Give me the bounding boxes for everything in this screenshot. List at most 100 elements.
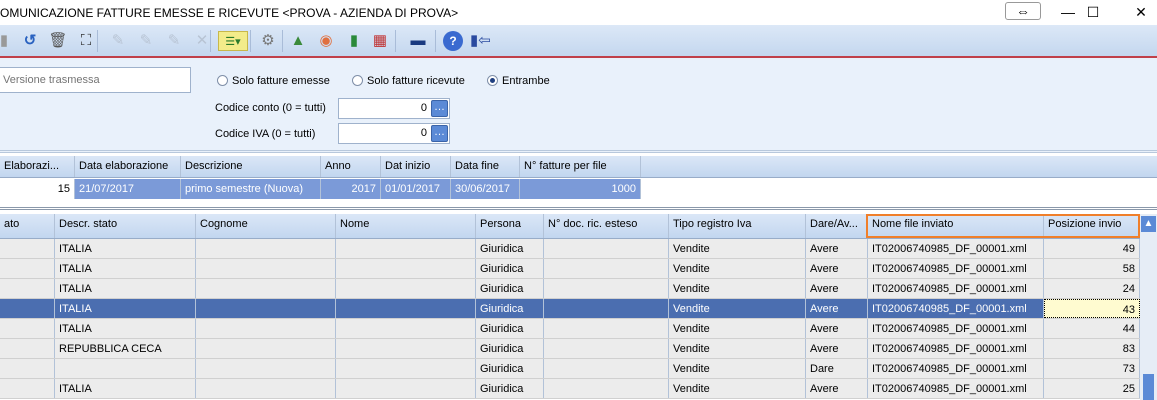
table-cell[interactable]: [336, 299, 476, 318]
trash-icon[interactable]: 🗑: [48, 31, 68, 51]
table-cell[interactable]: 43: [1044, 299, 1140, 318]
user-folder-icon[interactable]: ◉: [316, 31, 336, 51]
radio-ricevute[interactable]: Solo fatture ricevute: [352, 75, 465, 87]
vertical-scrollbar[interactable]: ▲: [1140, 214, 1157, 400]
table-cell[interactable]: [0, 279, 55, 298]
codice-conto-input[interactable]: 0 …: [338, 98, 450, 119]
column-header[interactable]: Anno: [321, 156, 381, 177]
table-cell[interactable]: [0, 359, 55, 378]
table-cell[interactable]: Dare: [806, 359, 868, 378]
table-cell[interactable]: [336, 379, 476, 398]
table-cell[interactable]: REPUBBLICA CECA: [55, 339, 196, 358]
gear-icon[interactable]: ⚙: [258, 31, 278, 51]
table-cell[interactable]: IT02006740985_DF_00001.xml: [868, 259, 1044, 278]
monitor-icon[interactable]: ▬: [408, 31, 428, 51]
table-cell[interactable]: Giuridica: [476, 339, 544, 358]
radio-emesse[interactable]: Solo fatture emesse: [217, 75, 330, 87]
column-header[interactable]: Nome: [336, 214, 476, 238]
doc-edit-icon[interactable]: ✎: [108, 31, 128, 51]
table-cell[interactable]: [544, 319, 669, 338]
table-cell[interactable]: [196, 339, 336, 358]
close-button[interactable]: ✕: [1118, 0, 1157, 25]
table-cell[interactable]: [196, 379, 336, 398]
table-cell[interactable]: Avere: [806, 299, 868, 318]
table-cell[interactable]: ITALIA: [55, 319, 196, 338]
table-cell[interactable]: Giuridica: [476, 319, 544, 338]
table-cell[interactable]: Giuridica: [476, 259, 544, 278]
column-header[interactable]: Dat inizio: [381, 156, 451, 177]
table-cell[interactable]: IT02006740985_DF_00001.xml: [868, 379, 1044, 398]
table-cell[interactable]: [336, 359, 476, 378]
table-cell[interactable]: ITALIA: [55, 379, 196, 398]
list-options-icon[interactable]: ☰▾: [218, 31, 248, 51]
table-cell[interactable]: 73: [1044, 359, 1140, 378]
table-cell[interactable]: Avere: [806, 239, 868, 258]
table-cell[interactable]: [0, 239, 55, 258]
column-header[interactable]: Descr. stato: [55, 214, 196, 238]
restore-button[interactable]: ⇔: [1005, 2, 1041, 20]
column-header[interactable]: N° doc. ric. esteso: [544, 214, 669, 238]
version-input[interactable]: [0, 67, 191, 93]
table-cell[interactable]: 83: [1044, 339, 1140, 358]
table-cell[interactable]: [0, 379, 55, 398]
table-cell[interactable]: Avere: [806, 279, 868, 298]
column-header[interactable]: Data elaborazione: [75, 156, 181, 177]
scroll-thumb[interactable]: [1143, 374, 1154, 400]
table-cell[interactable]: [336, 319, 476, 338]
doc-save-icon[interactable]: ✎: [136, 31, 156, 51]
table-cell[interactable]: [544, 239, 669, 258]
table-row[interactable]: ITALIA Giuridica Vendite Avere IT02006740985…: [0, 259, 1140, 279]
table-cell[interactable]: [0, 339, 55, 358]
table-cell[interactable]: 01/01/2017: [381, 179, 451, 199]
table-cell[interactable]: 30/06/2017: [451, 179, 520, 199]
column-header[interactable]: Tipo registro Iva: [669, 214, 806, 238]
table-cell[interactable]: 1000: [520, 179, 641, 199]
table-cell[interactable]: [196, 319, 336, 338]
column-header[interactable]: Data fine: [451, 156, 520, 177]
table-cell[interactable]: [196, 239, 336, 258]
table-cell[interactable]: [336, 339, 476, 358]
table-cell[interactable]: [0, 259, 55, 278]
table-cell[interactable]: [55, 359, 196, 378]
lookup-button[interactable]: …: [431, 100, 448, 117]
table-cell[interactable]: Giuridica: [476, 379, 544, 398]
table-cell[interactable]: [0, 319, 55, 338]
binoculars-icon[interactable]: ⛶: [76, 31, 96, 51]
table-cell[interactable]: [544, 359, 669, 378]
table-cell[interactable]: Giuridica: [476, 239, 544, 258]
table-cell[interactable]: 49: [1044, 239, 1140, 258]
table-cell[interactable]: ITALIA: [55, 239, 196, 258]
table-cell[interactable]: [196, 259, 336, 278]
column-header[interactable]: Descrizione: [181, 156, 321, 177]
table-cell[interactable]: IT02006740985_DF_00001.xml: [868, 319, 1044, 338]
table-cell[interactable]: ITALIA: [55, 279, 196, 298]
book-icon[interactable]: ▮: [344, 31, 364, 51]
table-row[interactable]: REPUBBLICA CECA Giuridica Vendite Avere IT02…: [0, 339, 1140, 359]
table-cell[interactable]: Vendite: [669, 379, 806, 398]
table-row[interactable]: ITALIA Giuridica Vendite Avere IT02006740985…: [0, 279, 1140, 299]
table-cell[interactable]: Vendite: [669, 279, 806, 298]
table-cell[interactable]: 24: [1044, 279, 1140, 298]
table-cell[interactable]: 58: [1044, 259, 1140, 278]
table-row[interactable]: ITALIA Giuridica Vendite Avere IT02006740985…: [0, 299, 1140, 319]
doc-undo-icon[interactable]: ✎: [164, 31, 184, 51]
exit-icon[interactable]: ▮⇦: [470, 31, 491, 51]
table-cell[interactable]: primo semestre (Nuova): [181, 179, 321, 199]
column-header[interactable]: N° fatture per file: [520, 156, 641, 177]
save-icon[interactable]: ▮: [0, 31, 14, 51]
table-cell[interactable]: [336, 279, 476, 298]
table-cell[interactable]: [544, 379, 669, 398]
table-cell[interactable]: Avere: [806, 319, 868, 338]
maximize-button[interactable]: ☐: [1070, 0, 1116, 25]
table-cell[interactable]: [544, 299, 669, 318]
table-cell[interactable]: Vendite: [669, 259, 806, 278]
table-cell[interactable]: Vendite: [669, 299, 806, 318]
undo-icon[interactable]: ↺: [20, 31, 40, 51]
table-cell[interactable]: 21/07/2017: [75, 179, 181, 199]
table-row[interactable]: ITALIA Giuridica Vendite Avere IT02006740985…: [0, 239, 1140, 259]
column-header[interactable]: Elaborazi...: [0, 156, 75, 177]
column-header[interactable]: Dare/Av...: [806, 214, 868, 238]
column-header[interactable]: ato: [0, 214, 55, 238]
table-cell[interactable]: 15: [0, 179, 75, 199]
table-row[interactable]: Giuridica Vendite Dare IT02006740985_DF_000…: [0, 359, 1140, 379]
